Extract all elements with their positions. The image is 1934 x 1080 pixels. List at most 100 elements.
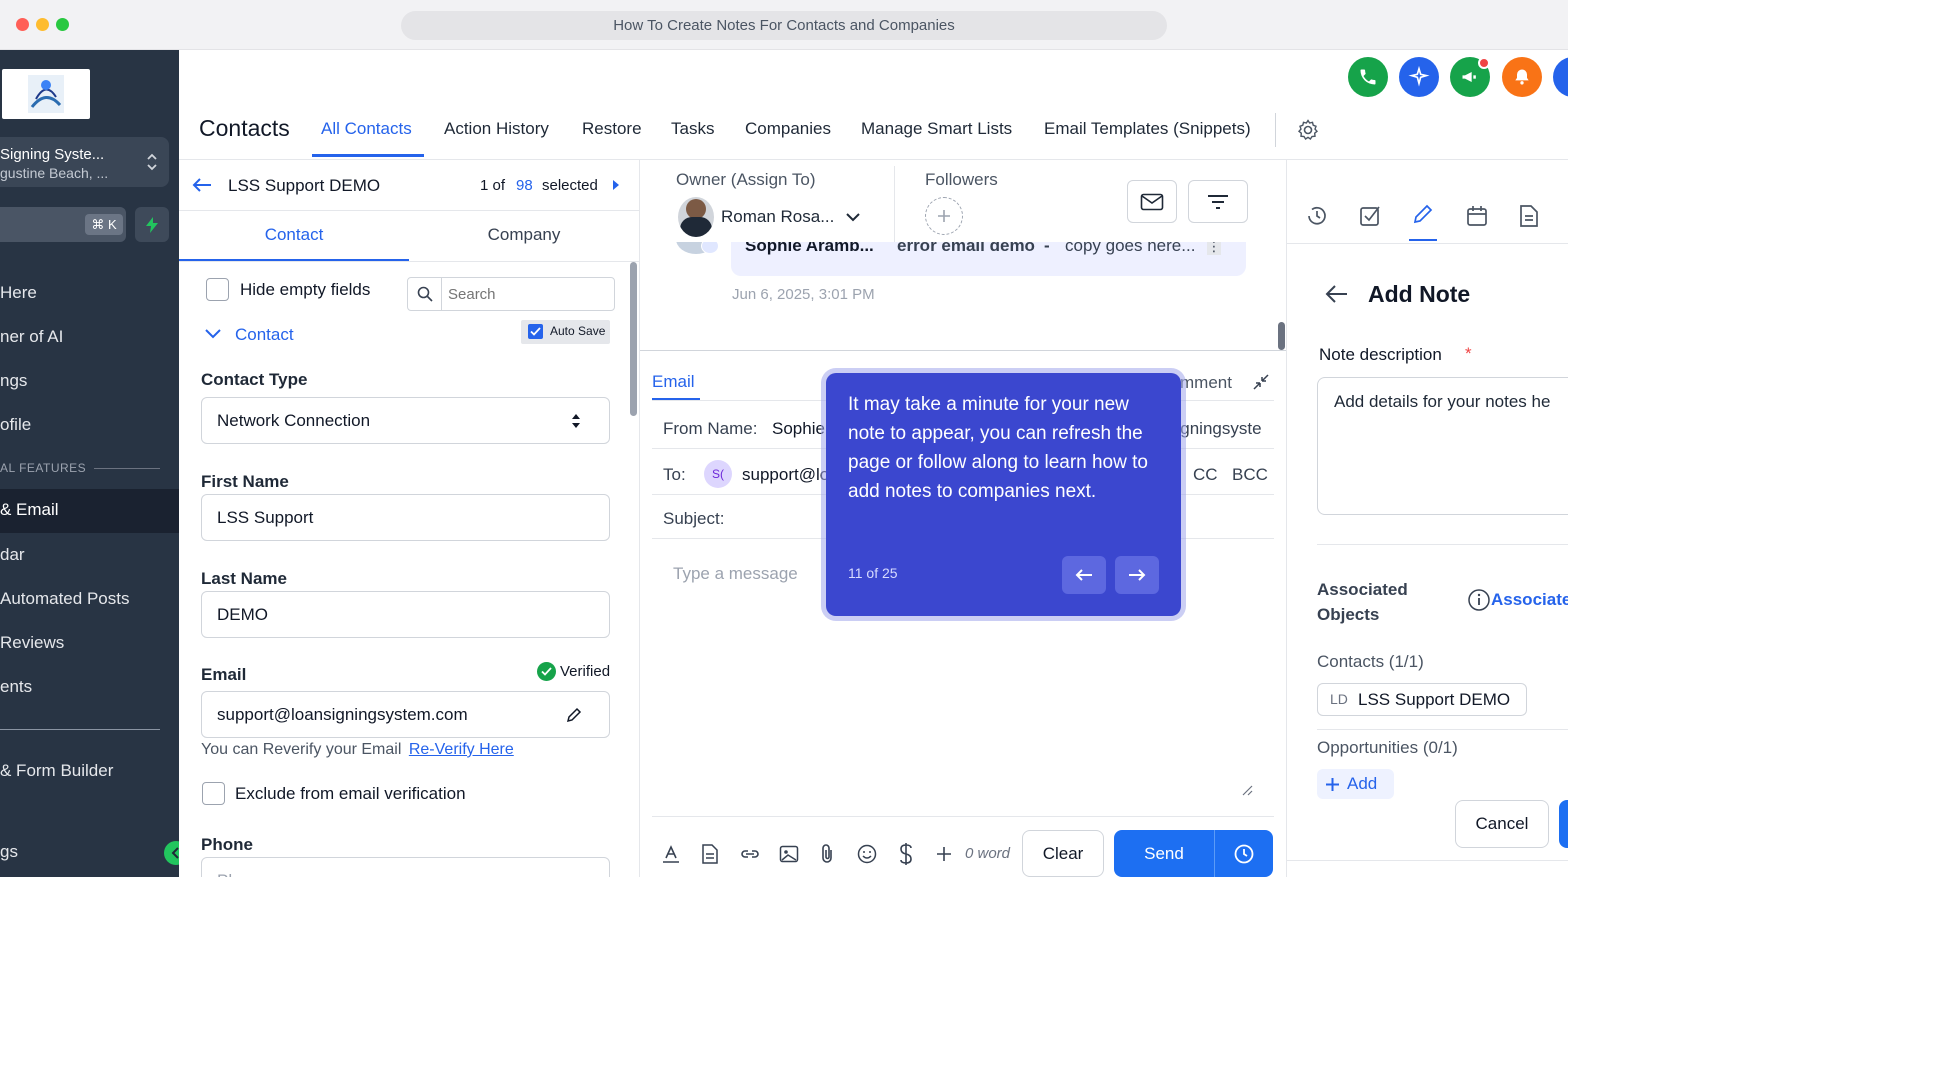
sidebar-item-form-builder[interactable]: & Form Builder [0, 761, 179, 781]
cc-button[interactable]: CC [1193, 465, 1218, 485]
dollar-icon[interactable] [898, 842, 914, 866]
save-note-button[interactable] [1559, 800, 1568, 848]
search-button[interactable] [408, 278, 442, 310]
template-icon[interactable] [701, 844, 719, 864]
tab-companies[interactable]: Companies [745, 119, 831, 139]
activity-history-icon[interactable] [1305, 204, 1329, 228]
composer-tab-email[interactable]: Email [652, 372, 695, 392]
email-filter-button[interactable] [1127, 180, 1177, 223]
maximize-window-icon[interactable] [56, 18, 69, 31]
add-follower-button[interactable] [925, 197, 963, 235]
last-name-input[interactable]: DEMO [201, 591, 610, 638]
chevron-down-icon[interactable] [845, 212, 861, 222]
sidebar: Signing Syste... gustine Beach, ... ⌘ K … [0, 50, 188, 877]
clock-icon [1234, 844, 1254, 863]
attachment-icon[interactable] [819, 843, 835, 865]
tab-contact[interactable]: Contact [179, 211, 409, 261]
filter-icon [1208, 194, 1228, 209]
from-name-value[interactable]: Sophie [772, 419, 825, 439]
document-icon[interactable] [1518, 204, 1540, 228]
divider [652, 816, 1274, 817]
tooltip-next-button[interactable] [1115, 556, 1159, 594]
account-name: Signing Syste... [0, 146, 105, 163]
pager-total[interactable]: 98 [516, 177, 533, 194]
contact-name: LSS Support DEMO [228, 176, 381, 195]
sidebar-item-calendar[interactable]: dar [0, 545, 179, 565]
associate-link[interactable]: Associate [1491, 590, 1568, 610]
sidebar-item-settings-bottom[interactable]: gs [0, 842, 179, 862]
exclude-verification-checkbox[interactable] [202, 782, 225, 805]
tooltip-prev-button[interactable] [1062, 556, 1106, 594]
sidebar-item-ai[interactable]: ner of AI [0, 327, 179, 347]
quick-action-button[interactable] [135, 207, 169, 242]
text-format-icon[interactable] [661, 844, 681, 864]
message-preview: copy goes here... [1065, 242, 1196, 255]
back-arrow-icon[interactable] [191, 177, 213, 193]
auto-save-toggle[interactable]: Auto Save [521, 320, 610, 344]
divider [1317, 729, 1568, 730]
more-options-icon[interactable]: ⋮ [1207, 242, 1221, 255]
contact-chip[interactable]: LD LSS Support DEMO [1317, 683, 1527, 716]
contact-type-select[interactable]: Network Connection [201, 397, 610, 444]
next-contact-icon[interactable] [612, 179, 620, 191]
tab-restore[interactable]: Restore [582, 119, 642, 139]
filter-button[interactable] [1188, 180, 1248, 223]
first-name-input[interactable]: LSS Support [201, 494, 610, 541]
email-input[interactable]: support@loansigningsystem.com [201, 691, 610, 738]
section-title-contact[interactable]: Contact [235, 325, 294, 345]
emoji-icon[interactable] [857, 844, 877, 864]
tab-email-templates[interactable]: Email Templates (Snippets) [1044, 119, 1251, 139]
pencil-icon[interactable] [565, 706, 583, 724]
image-icon[interactable] [779, 845, 799, 863]
close-window-icon[interactable] [16, 18, 29, 31]
field-search-input[interactable] [448, 283, 608, 305]
add-opportunity-button[interactable]: Add [1317, 769, 1394, 799]
thread-scrollbar[interactable] [1278, 322, 1285, 350]
owner-name[interactable]: Roman Rosa... [721, 207, 834, 227]
chevron-down-icon[interactable] [204, 328, 222, 340]
recipient-email[interactable]: support@lo [742, 465, 829, 485]
reverify-link[interactable]: Re-Verify Here [409, 741, 514, 758]
tasks-icon[interactable] [1358, 204, 1382, 228]
sidebar-item-launchpad[interactable]: Here [0, 283, 179, 303]
minimize-window-icon[interactable] [36, 18, 49, 31]
plus-icon[interactable] [936, 846, 952, 862]
clear-button[interactable]: Clear [1022, 830, 1104, 877]
notes-pencil-icon[interactable] [1411, 202, 1435, 226]
send-button[interactable]: Send [1114, 830, 1214, 877]
settings-icon[interactable] [1296, 118, 1320, 142]
notifications-button[interactable] [1502, 57, 1542, 97]
message-bubble[interactable]: Sophie Aramb... error email demo - copy … [731, 242, 1246, 276]
phone-button[interactable] [1348, 57, 1388, 97]
note-description-input[interactable]: Add details for your notes he [1317, 377, 1568, 515]
schedule-send-button[interactable] [1215, 830, 1273, 877]
link-icon[interactable] [739, 846, 761, 862]
tab-all-contacts[interactable]: All Contacts [321, 119, 412, 139]
sidebar-item-email[interactable]: & Email [0, 500, 179, 520]
sidebar-item-reviews[interactable]: Reviews [0, 633, 179, 653]
message-body-input[interactable]: Type a message [673, 564, 798, 584]
cancel-button[interactable]: Cancel [1455, 800, 1549, 848]
calendar-icon[interactable] [1465, 204, 1489, 228]
resize-handle-icon[interactable] [1241, 784, 1253, 796]
composer-tab-comment[interactable]: mment [1180, 373, 1232, 393]
sidebar-section-label: AL FEATURES [0, 461, 87, 475]
tab-tasks[interactable]: Tasks [671, 119, 714, 139]
phone-input[interactable]: Ph... [201, 857, 610, 877]
sidebar-item-profile[interactable]: ofile [0, 415, 179, 435]
auto-save-checkbox[interactable] [528, 324, 543, 339]
sidebar-item-payments[interactable]: ents [0, 677, 179, 697]
sidebar-item-automated-posts[interactable]: Automated Posts [0, 589, 179, 609]
collapse-icon[interactable] [1252, 373, 1270, 391]
hide-empty-checkbox[interactable] [206, 278, 229, 301]
ai-assistant-button[interactable] [1399, 57, 1439, 97]
sidebar-search[interactable]: ⌘ K [0, 207, 126, 242]
tab-company[interactable]: Company [409, 211, 639, 261]
tab-manage-smart-lists[interactable]: Manage Smart Lists [861, 119, 1012, 139]
left-panel-scrollbar[interactable] [630, 262, 637, 416]
back-arrow-icon[interactable] [1325, 284, 1349, 304]
tab-action-history[interactable]: Action History [444, 119, 549, 139]
bcc-button[interactable]: BCC [1232, 465, 1268, 485]
account-switcher[interactable]: Signing Syste... gustine Beach, ... [0, 137, 169, 187]
sidebar-item-settings[interactable]: ngs [0, 371, 179, 391]
